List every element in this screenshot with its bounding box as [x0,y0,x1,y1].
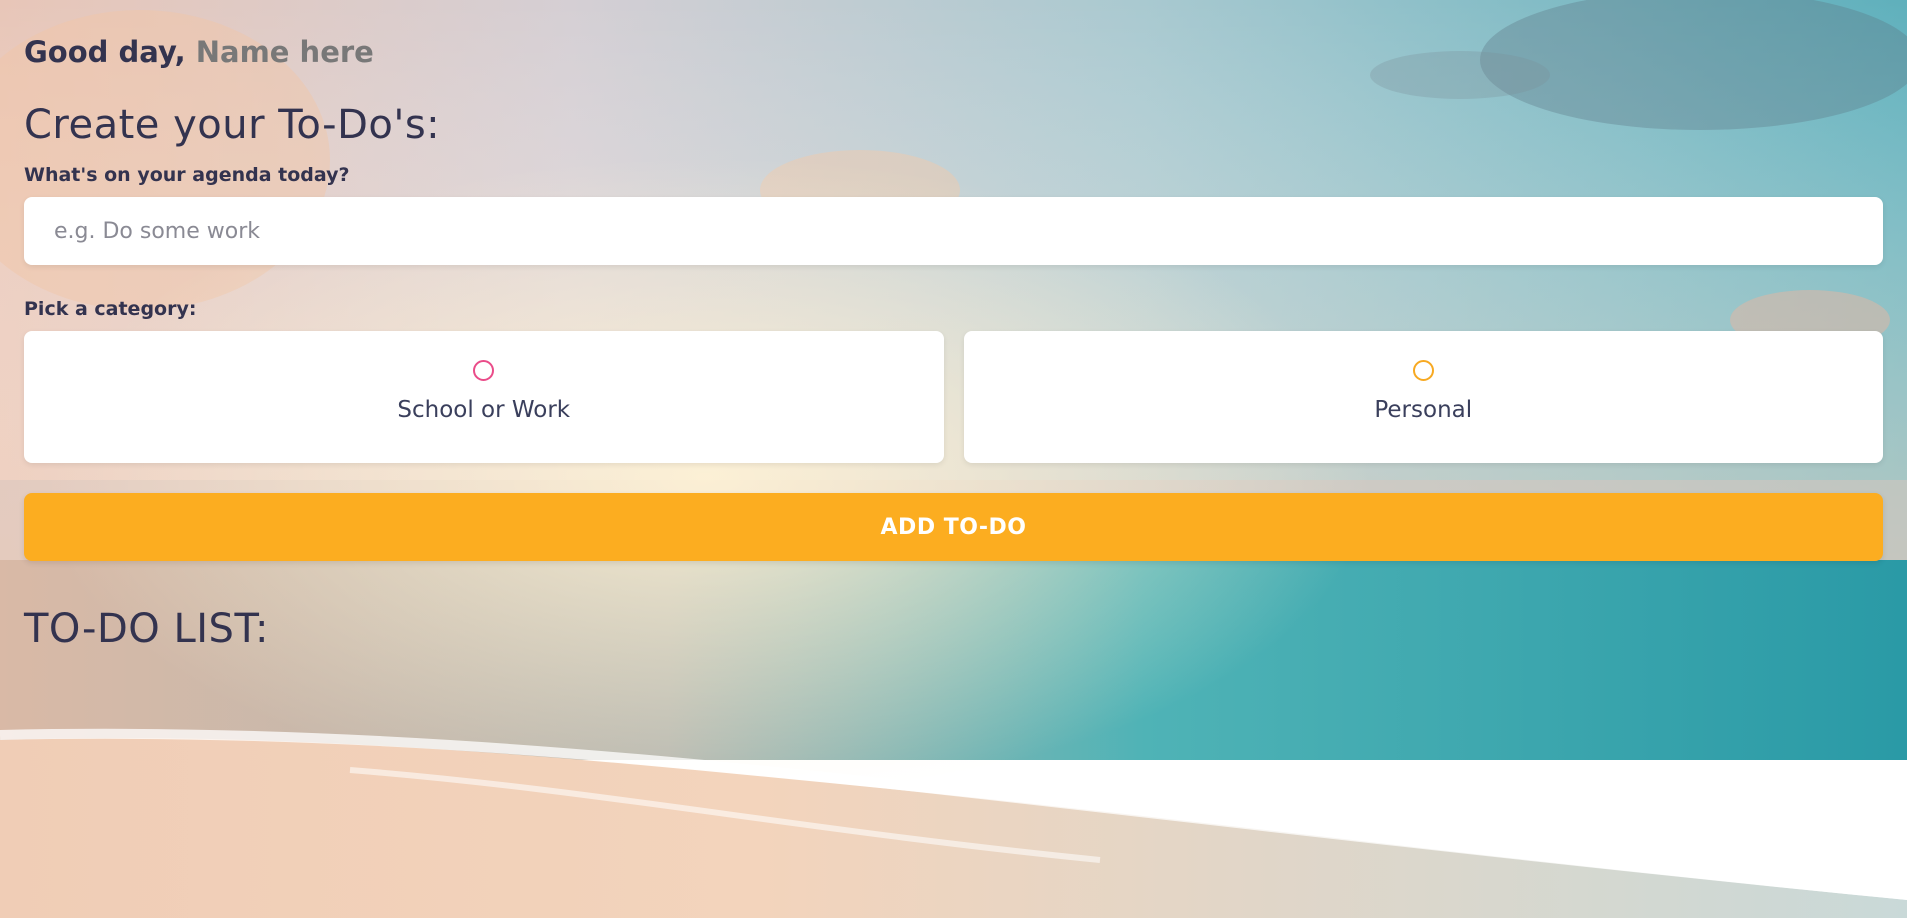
greeting-prefix: Good day, [24,35,186,69]
todo-list-title: TO-DO LIST: [24,606,269,652]
greeting: Good day, Name here [24,0,1883,71]
todo-content-input[interactable] [24,197,1883,265]
user-name-field[interactable]: Name here [196,35,374,69]
todo-app: Good day, Name here Create your To-Do's:… [0,0,1907,655]
category-option-school-work[interactable]: School or Work [24,331,944,463]
category-options: School or Work Personal [24,331,1883,463]
school-work-radio[interactable] [473,360,495,381]
create-todo-title: Create your To-Do's: [24,102,441,148]
personal-label: Personal [1374,397,1473,423]
todo-input-label: What's on your agenda today? [24,164,350,186]
category-option-personal[interactable]: Personal [963,331,1883,463]
school-work-label: School or Work [397,397,571,423]
personal-radio[interactable] [1412,360,1434,381]
add-todo-button[interactable]: ADD TO-DO [24,493,1883,561]
category-label: Pick a category: [24,298,197,320]
